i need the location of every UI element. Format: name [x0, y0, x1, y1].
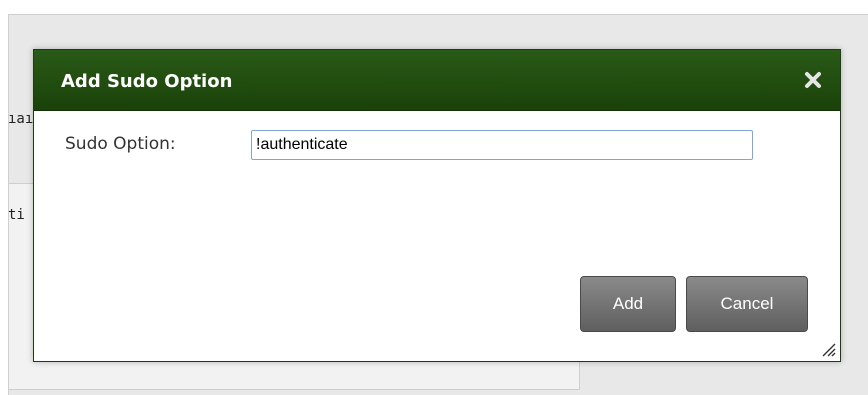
- add-sudo-option-dialog: Add Sudo Option Sudo Option: Add Cancel: [33, 49, 841, 362]
- close-icon[interactable]: [802, 69, 824, 91]
- background-text-fragment: ti: [8, 207, 25, 223]
- background-text-fragment: ıaı: [8, 111, 34, 127]
- add-button[interactable]: Add: [580, 276, 676, 332]
- dialog-header[interactable]: Add Sudo Option: [34, 50, 840, 111]
- dialog-title: Add Sudo Option: [61, 71, 233, 92]
- cancel-button[interactable]: Cancel: [686, 276, 808, 332]
- sudo-option-input[interactable]: [251, 130, 753, 160]
- resize-grip-icon[interactable]: [817, 338, 837, 358]
- sudo-option-label: Sudo Option:: [65, 134, 176, 154]
